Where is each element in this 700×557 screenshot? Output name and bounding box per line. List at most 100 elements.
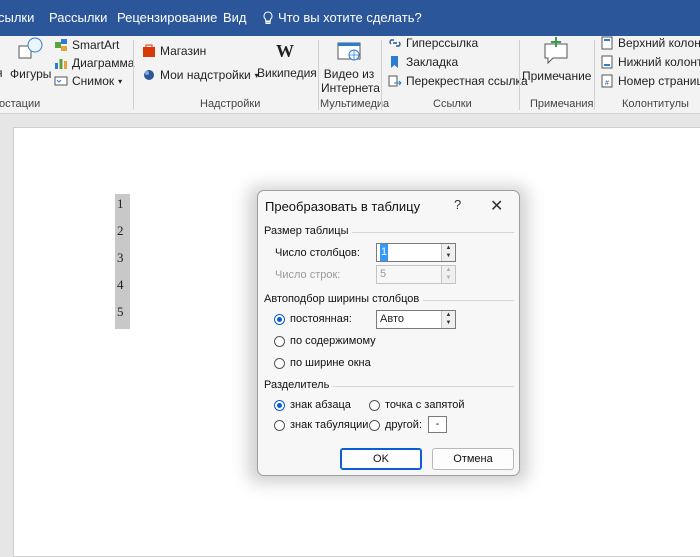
separator-tab-radio[interactable]: знак табуляции: [274, 419, 368, 431]
list-item-number[interactable]: 4: [115, 275, 130, 302]
comment-icon: [544, 37, 568, 65]
autofit-fixed-radio[interactable]: постоянная:: [274, 313, 352, 325]
online-video-button[interactable]: Видео из Интернета: [321, 40, 380, 95]
section-separator-label: Разделитель: [264, 379, 330, 391]
page-number-icon: #: [601, 74, 613, 88]
shapes-icon: [18, 37, 43, 59]
autofit-content-radio[interactable]: по содержимому: [274, 335, 376, 347]
tab-review[interactable]: Рецензирование: [117, 10, 217, 25]
lightbulb-icon: [263, 10, 273, 24]
ribbon-separator: [594, 40, 595, 110]
radio-selected-icon: [274, 313, 285, 325]
footer-label: Нижний колонти: [618, 55, 700, 69]
list-item-number[interactable]: 2: [115, 221, 130, 248]
group-addins-label: Надстройки: [200, 98, 261, 110]
stepper-arrows-icon[interactable]: ▲ ▼: [441, 311, 455, 328]
store-icon: [143, 44, 155, 57]
online-video-label-1: Видео из: [323, 67, 375, 81]
wikipedia-icon: W: [276, 41, 294, 61]
addins-icon: [144, 70, 154, 80]
tell-me-search[interactable]: Что вы хотите сделать?: [262, 10, 422, 25]
close-button[interactable]: ✕: [490, 196, 503, 216]
store-button[interactable]: Магазин: [142, 44, 206, 58]
radio-icon: [274, 419, 285, 431]
radio-icon: [274, 335, 285, 347]
separator-semicolon-radio[interactable]: точка с запятой: [369, 399, 465, 411]
dialog-title: Преобразовать в таблицу: [265, 199, 421, 214]
link-icon: [389, 39, 401, 47]
hyperlink-label: Гиперссылка: [406, 36, 479, 50]
separator-tab-label: знак табуляции: [290, 419, 369, 431]
radio-selected-icon: [274, 399, 285, 411]
ribbon-separator: [318, 40, 319, 110]
chart-button[interactable]: Диаграмма: [54, 56, 134, 70]
cross-reference-button[interactable]: Перекрестная ссылка: [388, 74, 528, 88]
ribbon: я Фигуры SmartArt Диаграмма Снимок ▾ ост…: [0, 36, 700, 114]
stepper-arrows-icon: ▲ ▼: [441, 266, 455, 283]
chevron-down-icon: ▾: [118, 76, 123, 86]
stepper-arrows-icon[interactable]: ▲ ▼: [441, 244, 455, 261]
store-label: Магазин: [160, 44, 207, 58]
tab-view[interactable]: Вид: [223, 10, 247, 25]
ok-button[interactable]: OK: [340, 448, 422, 470]
screenshot-button[interactable]: Снимок ▾: [54, 74, 122, 88]
section-table-size-label: Размер таблицы: [264, 225, 349, 237]
online-video-label-2: Интернета: [321, 81, 380, 95]
shapes-button[interactable]: Фигуры: [10, 36, 51, 81]
columns-value: 1: [380, 244, 389, 261]
separator-other-radio[interactable]: другой:: [369, 419, 422, 431]
chart-label: Диаграмма: [72, 56, 135, 70]
group-illustrations-label: остации: [0, 98, 41, 110]
my-addins-label: Мои надстройки: [160, 68, 251, 82]
ribbon-separator: [381, 40, 382, 110]
list-item-number[interactable]: 3: [115, 248, 130, 275]
bookmark-button[interactable]: Закладка: [388, 55, 458, 69]
comment-label: Примечание: [522, 69, 592, 83]
my-addins-button[interactable]: Мои надстройки ▾: [142, 68, 259, 82]
smartart-button[interactable]: SmartArt: [54, 38, 119, 52]
rows-stepper: 5 ▲ ▼: [376, 265, 456, 284]
hyperlink-button[interactable]: Гиперссылка: [388, 36, 478, 50]
convert-to-table-dialog: Преобразовать в таблицу ? ✕ Размер табли…: [257, 190, 520, 476]
help-button[interactable]: ?: [454, 197, 461, 212]
rows-label: Число строк:: [275, 269, 341, 281]
header-button[interactable]: Верхний колонти: [600, 36, 700, 50]
footer-icon: [601, 55, 613, 69]
separator-other-label: другой:: [385, 419, 423, 431]
separator-other-input[interactable]: -: [428, 416, 447, 433]
cancel-button[interactable]: Отмена: [432, 448, 514, 470]
section-table-size: Размер таблицы: [264, 225, 514, 237]
partial-button-label[interactable]: я: [0, 66, 3, 80]
tab-mailings[interactable]: Рассылки: [49, 10, 107, 25]
page-number-button[interactable]: # Номер страниц: [600, 74, 700, 88]
fixed-width-stepper[interactable]: Авто ▲ ▼: [376, 310, 456, 329]
ribbon-tab-bar: сылки Рассылки Рецензирование Вид Что вы…: [0, 0, 700, 36]
ribbon-separator: [133, 40, 134, 110]
autofit-window-label: по ширине окна: [290, 357, 371, 369]
header-icon: [601, 36, 613, 50]
ribbon-separator: [519, 40, 520, 110]
group-comments-label: Примечания: [530, 98, 594, 110]
list-item-number[interactable]: 5: [115, 302, 130, 329]
separator-paragraph-radio[interactable]: знак абзаца: [274, 399, 351, 411]
online-video-icon: [337, 42, 361, 61]
separator-semicolon-label: точка с запятой: [385, 399, 465, 411]
autofit-fixed-label: постоянная:: [290, 313, 352, 325]
wikipedia-button[interactable]: W Википедия: [257, 40, 317, 80]
group-links-label: Ссылки: [433, 98, 472, 110]
columns-label: Число столбцов:: [275, 247, 360, 259]
svg-text:#: #: [605, 80, 609, 87]
radio-icon: [369, 419, 380, 431]
cross-reference-label: Перекрестная ссылка: [406, 74, 528, 88]
tab-references[interactable]: сылки: [0, 10, 34, 25]
footer-button[interactable]: Нижний колонти: [600, 55, 700, 69]
new-comment-button[interactable]: Примечание: [522, 36, 592, 83]
smartart-label: SmartArt: [72, 38, 120, 52]
list-item-number[interactable]: 1: [115, 194, 130, 221]
columns-stepper[interactable]: 1 ▲ ▼: [376, 243, 456, 262]
smartart-icon: [55, 39, 67, 51]
autofit-window-radio[interactable]: по ширине окна: [274, 357, 371, 369]
section-autofit: Автоподбор ширины столбцов: [264, 293, 514, 305]
radio-icon: [369, 399, 380, 411]
header-label: Верхний колонти: [618, 36, 700, 50]
